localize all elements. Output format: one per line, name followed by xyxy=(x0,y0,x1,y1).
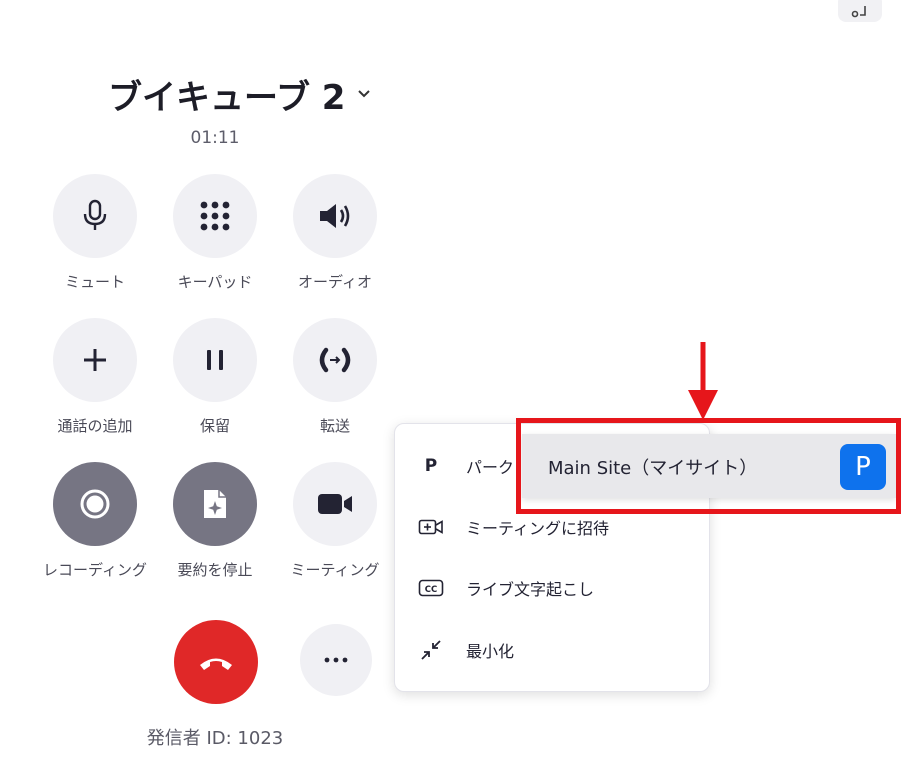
minimize-label: 最小化 xyxy=(466,642,515,661)
video-plus-icon xyxy=(417,515,445,539)
park-icon: P xyxy=(424,456,438,476)
keypad-icon xyxy=(200,201,230,231)
caller-name-dropdown[interactable]: ブイキューブ 2 xyxy=(108,68,371,120)
pause-icon xyxy=(207,350,223,370)
switch-device-icon xyxy=(851,6,866,18)
highlight-box xyxy=(516,418,901,514)
recording-button[interactable] xyxy=(53,462,137,546)
add-call-control[interactable]: 通話の追加 xyxy=(35,318,155,436)
call-timer: 01:11 xyxy=(190,128,240,148)
end-call-button[interactable] xyxy=(174,620,258,704)
recording-control[interactable]: レコーディング xyxy=(35,462,155,580)
plus-icon xyxy=(84,349,106,371)
record-icon xyxy=(80,489,110,519)
arrow-down-icon xyxy=(688,342,718,420)
hold-label: 保留 xyxy=(199,417,230,435)
menu-item-live-transcript[interactable]: CC ライブ文字起こし xyxy=(417,573,594,603)
keypad-label: キーパッド xyxy=(177,273,253,291)
meeting-control[interactable]: ミーティング xyxy=(275,462,395,580)
more-options-button[interactable] xyxy=(300,624,372,696)
transfer-label: 転送 xyxy=(319,417,350,435)
mute-label: ミュート xyxy=(64,273,125,291)
add-call-label: 通話の追加 xyxy=(57,417,133,435)
audio-control[interactable]: オーディオ xyxy=(275,174,395,292)
closed-caption-icon: CC xyxy=(417,576,445,600)
hold-button[interactable] xyxy=(173,318,257,402)
minimize-icon xyxy=(417,638,445,662)
svg-text:CC: CC xyxy=(425,585,437,595)
mute-control[interactable]: ミュート xyxy=(35,174,155,292)
video-camera-icon xyxy=(318,494,352,514)
caller-name: ブイキューブ 2 xyxy=(108,77,346,118)
transfer-control[interactable]: 転送 xyxy=(275,318,395,436)
menu-item-invite-meeting[interactable]: ミーティングに招待 xyxy=(417,512,609,542)
add-call-button[interactable] xyxy=(53,318,137,402)
chevron-down-icon xyxy=(357,89,371,99)
hold-control[interactable]: 保留 xyxy=(155,318,275,436)
meeting-label: ミーティング xyxy=(290,561,380,579)
hang-up-icon xyxy=(200,658,232,670)
live-transcript-label: ライブ文字起こし xyxy=(466,580,595,599)
speaker-icon xyxy=(320,204,350,228)
invite-meeting-label: ミーティングに招待 xyxy=(466,519,610,538)
swap-device-button[interactable] xyxy=(838,0,882,22)
transfer-call-icon xyxy=(319,347,351,373)
transfer-button[interactable] xyxy=(293,318,377,402)
audio-label: オーディオ xyxy=(298,273,372,291)
ai-summary-icon xyxy=(204,490,226,518)
park-label: パーク xyxy=(466,458,515,477)
more-dots-icon xyxy=(324,657,348,663)
menu-item-park[interactable]: P パーク xyxy=(417,451,514,481)
caller-id: 発信者 ID: 1023 xyxy=(146,728,284,749)
stop-summary-label: 要約を停止 xyxy=(177,561,253,579)
microphone-icon xyxy=(83,199,107,230)
menu-item-minimize[interactable]: 最小化 xyxy=(417,635,514,665)
audio-button[interactable] xyxy=(293,174,377,258)
recording-label: レコーディング xyxy=(43,561,147,579)
stop-summary-button[interactable] xyxy=(173,462,257,546)
mute-button[interactable] xyxy=(53,174,137,258)
keypad-control[interactable]: キーパッド xyxy=(155,174,275,292)
summary-control[interactable]: 要約を停止 xyxy=(155,462,275,580)
meeting-button[interactable] xyxy=(293,462,377,546)
keypad-button[interactable] xyxy=(173,174,257,258)
